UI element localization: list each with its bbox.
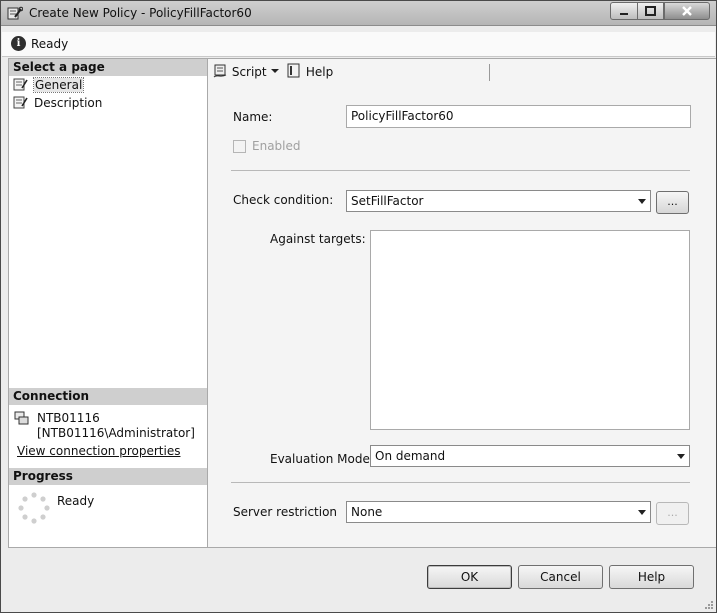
general-page-content: Script Help Name: PolicyFillFactor60 Ena…	[208, 58, 716, 548]
chevron-down-icon	[638, 199, 646, 204]
status-bar: i Ready	[2, 32, 715, 57]
page-item-description[interactable]: Description	[13, 96, 102, 112]
chevron-down-icon	[271, 69, 280, 73]
page-item-general[interactable]: General	[13, 77, 85, 94]
server-restriction-label: Server restriction	[233, 505, 338, 519]
connection-header: Connection	[9, 388, 207, 405]
window-title: Create New Policy - PolicyFillFactor60	[29, 6, 252, 20]
page-item-label: General	[32, 77, 85, 93]
help-label: Help	[305, 65, 334, 79]
connection-user: [NTB01116\Administrator]	[37, 426, 195, 440]
against-targets-label: Against targets:	[270, 232, 366, 246]
help-toolbar-button[interactable]: Help	[286, 63, 333, 79]
script-icon	[213, 64, 227, 78]
info-icon: i	[11, 36, 26, 51]
server-icon	[14, 411, 29, 425]
progress-status: Ready	[57, 494, 95, 508]
page-icon	[13, 96, 28, 109]
title-bar[interactable]: Create New Policy - PolicyFillFactor60	[1, 1, 716, 26]
evaluation-mode-label: Evaluation Mode:	[270, 452, 374, 466]
server-restriction-select[interactable]: None	[346, 501, 651, 523]
close-icon	[682, 6, 692, 16]
left-navigation-pane: Select a page General Description Connec…	[8, 58, 208, 548]
help-icon	[287, 63, 300, 78]
name-input[interactable]: PolicyFillFactor60	[346, 105, 691, 128]
view-connection-properties-link[interactable]: View connection properties	[17, 444, 180, 458]
script-button[interactable]: Script	[212, 63, 280, 79]
spinner-icon	[18, 492, 50, 524]
status-text: Ready	[31, 37, 69, 51]
script-label: Script	[231, 65, 267, 79]
maximize-icon	[645, 6, 656, 16]
toolbar-separator	[489, 64, 490, 81]
select-page-header: Select a page	[9, 59, 207, 76]
resize-grip-icon[interactable]	[703, 599, 713, 609]
page-icon	[13, 78, 28, 91]
check-condition-select[interactable]: SetFillFactor	[346, 190, 651, 212]
name-label: Name:	[233, 110, 273, 124]
server-restriction-value: None	[351, 505, 383, 519]
page-item-label: Description	[34, 96, 103, 110]
check-condition-label: Check condition:	[233, 193, 334, 207]
against-targets-list[interactable]	[370, 230, 690, 430]
cancel-button[interactable]: Cancel	[518, 565, 603, 589]
evaluation-mode-value: On demand	[375, 449, 446, 463]
chevron-down-icon	[677, 454, 685, 459]
separator	[231, 170, 690, 171]
check-condition-browse-button[interactable]: ...	[656, 191, 689, 214]
server-restriction-browse-button[interactable]: ...	[656, 502, 689, 525]
progress-header: Progress	[9, 468, 207, 485]
minimize-button[interactable]	[610, 2, 638, 20]
policy-wrench-icon	[7, 6, 23, 20]
separator	[231, 482, 690, 483]
help-button[interactable]: Help	[609, 565, 694, 589]
enabled-checkbox[interactable]	[233, 140, 246, 153]
chevron-down-icon	[638, 510, 646, 515]
maximize-button[interactable]	[637, 2, 664, 20]
check-condition-value: SetFillFactor	[351, 194, 424, 208]
evaluation-mode-select[interactable]: On demand	[370, 445, 690, 467]
close-button[interactable]	[664, 2, 710, 20]
connection-server: NTB01116	[37, 411, 100, 425]
minimize-icon	[620, 13, 628, 15]
create-policy-dialog: Create New Policy - PolicyFillFactor60 i…	[0, 0, 717, 613]
ok-button[interactable]: OK	[427, 565, 512, 589]
enabled-label: Enabled	[252, 139, 301, 153]
